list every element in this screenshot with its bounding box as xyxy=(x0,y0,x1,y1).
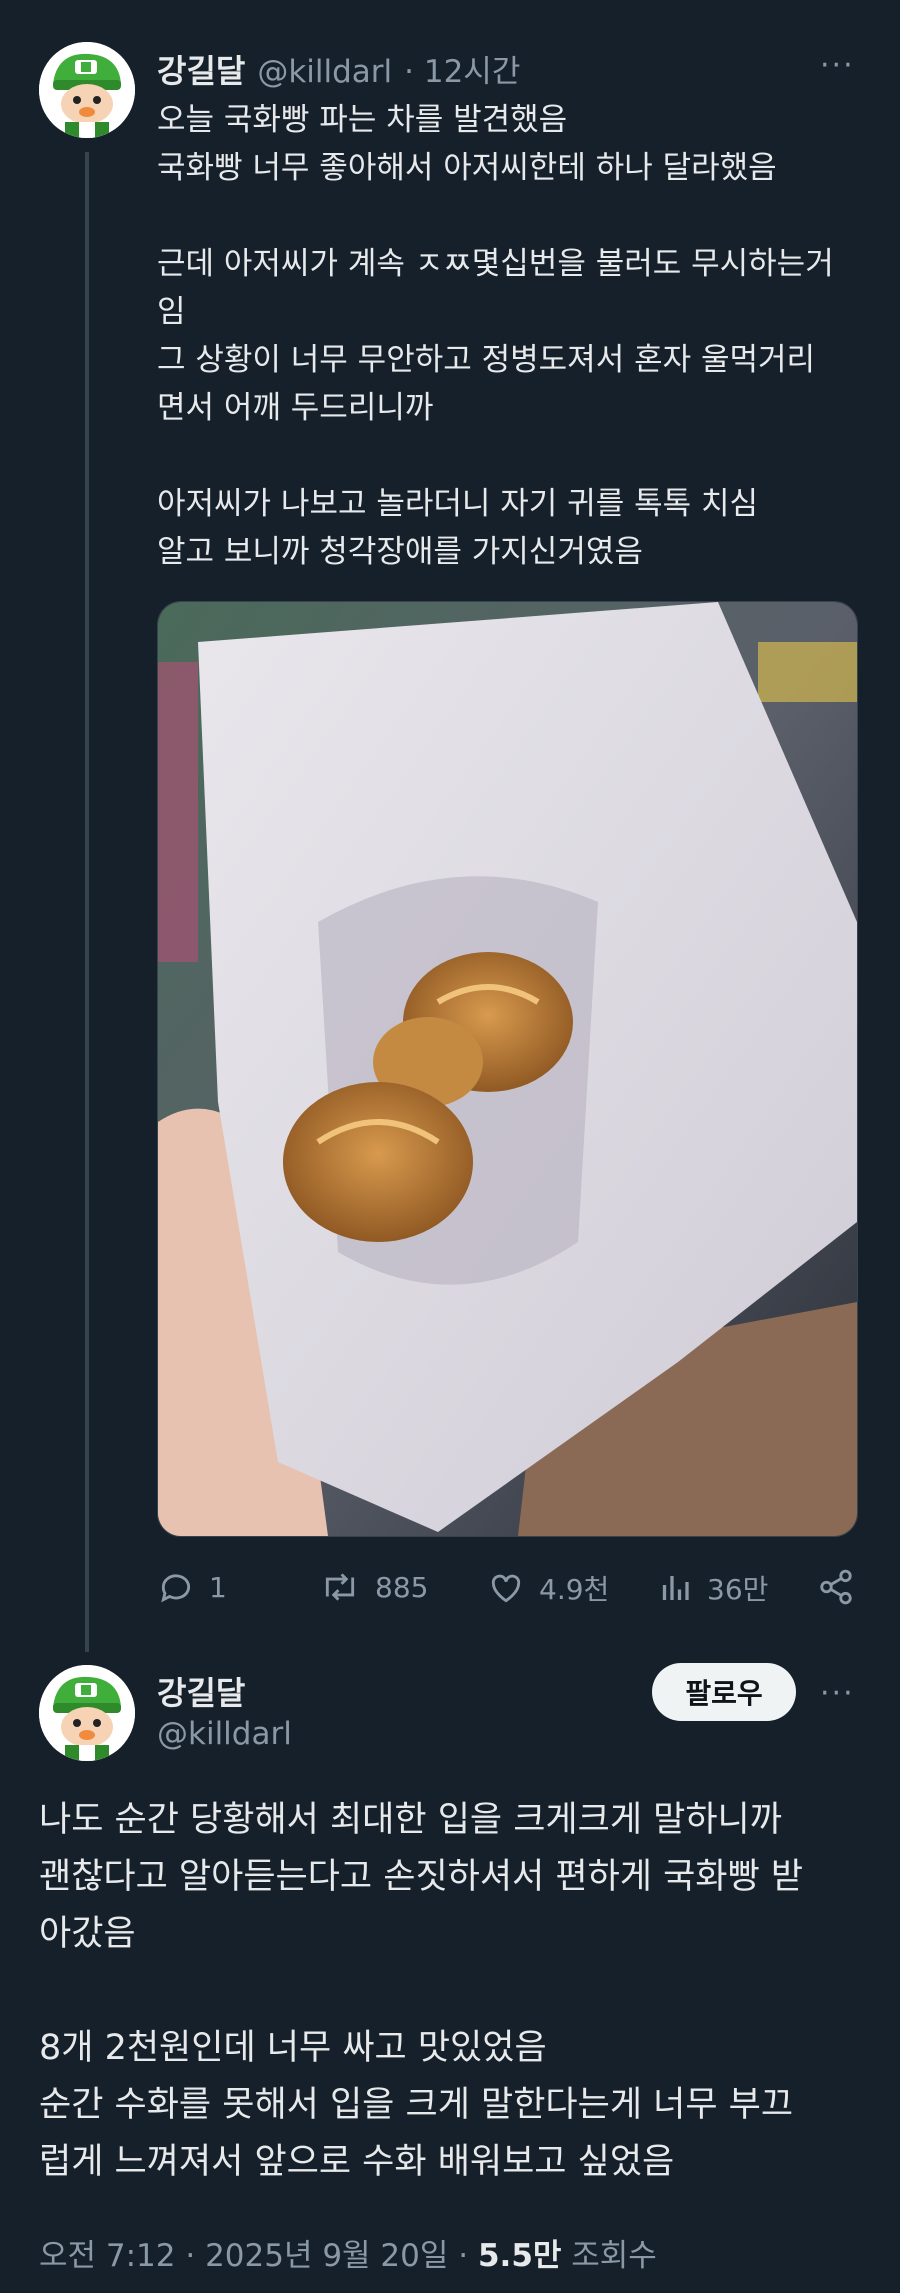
avatar-image xyxy=(39,1665,135,1761)
more-options-button[interactable]: ··· xyxy=(820,48,855,83)
reply-count: 1 xyxy=(209,1570,227,1604)
thread-line xyxy=(85,152,89,1652)
display-name[interactable]: 강길달 xyxy=(157,46,245,92)
tweet-text: 오늘 국화빵 파는 차를 발견했음 국화빵 너무 좋아해서 아저씨한테 하나 달… xyxy=(157,102,834,570)
share-icon xyxy=(820,1569,852,1605)
like-count: 4.9천 xyxy=(539,1573,610,1606)
tweet-photo[interactable] xyxy=(157,601,858,1537)
reply-icon xyxy=(161,1574,191,1603)
handle[interactable]: @killdarl xyxy=(257,54,392,90)
heart-icon xyxy=(491,1574,521,1603)
retweet-count: 885 xyxy=(375,1570,429,1604)
avatar[interactable] xyxy=(39,42,135,138)
retweet-button[interactable]: 885 xyxy=(319,1568,428,1606)
tweet-actions: 1 885 4.9천 36만 xyxy=(157,1568,857,1614)
like-button[interactable]: 4.9천 xyxy=(487,1568,609,1608)
retweet-icon xyxy=(325,1573,355,1601)
share-button[interactable] xyxy=(817,1568,855,1610)
photo-bread-bag xyxy=(158,602,857,1536)
view-count: 36만 xyxy=(707,1573,769,1606)
tweet-meta: 오전 7:12 · 2025년 9월 20일 · 5.5만 조회수 xyxy=(39,2230,657,2275)
view-label: 조회수 xyxy=(561,2238,657,2274)
tweet-header: 강길달 @killdarl · 12시간 xyxy=(157,46,520,92)
view-total: 5.5만 xyxy=(477,2238,562,2274)
reply-button[interactable]: 1 xyxy=(157,1568,227,1606)
follow-button[interactable]: 팔로우 xyxy=(652,1663,796,1721)
reply-text: 나도 순간 당황해서 최대한 입을 크게크게 말하니까 괜찮다고 알아듣는다고 … xyxy=(39,1800,804,2182)
avatar-image xyxy=(39,42,135,138)
views-chart-icon xyxy=(662,1576,689,1600)
reply-avatar[interactable] xyxy=(39,1665,135,1761)
reply-more-options-button[interactable]: ··· xyxy=(820,1676,855,1711)
timestamp[interactable]: · 12시간 xyxy=(404,46,520,91)
views-button[interactable]: 36만 xyxy=(657,1568,768,1608)
reply-display-name[interactable]: 강길달 xyxy=(157,1668,245,1714)
reply-handle[interactable]: @killdarl xyxy=(157,1716,292,1752)
post-time[interactable]: 오전 7:12 · 2025년 9월 20일 · xyxy=(39,2238,478,2274)
